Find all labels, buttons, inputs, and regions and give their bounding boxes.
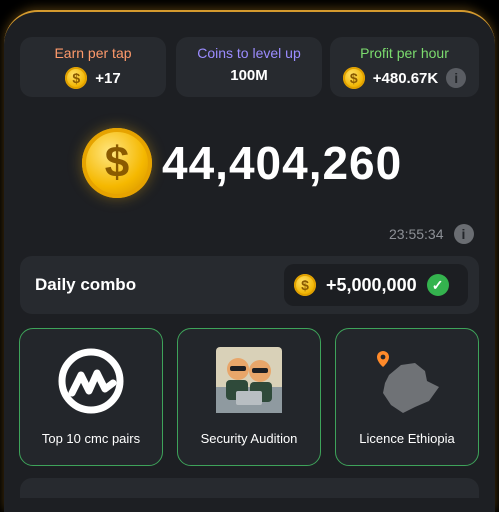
balance-display: $ 44,404,260	[82, 128, 402, 198]
daily-combo-bar[interactable]: Daily combo $ +5,000,000 ✓	[20, 256, 479, 314]
reward-amount: +5,000,000	[326, 274, 417, 295]
stat-profit-per-hour[interactable]: Profit per hour $ +480.67K i	[330, 37, 479, 97]
stat-label: Profit per hour	[360, 45, 449, 61]
combo-card-licence-ethiopia[interactable]: Licence Ethiopia	[335, 328, 479, 466]
coin-icon: $	[82, 128, 152, 198]
hamsters-laptop-image	[216, 347, 282, 418]
coin-icon: $	[342, 67, 365, 89]
balance-amount: 44,404,260	[162, 137, 403, 189]
card-caption: Top 10 cmc pairs	[41, 431, 141, 446]
stat-label: Coins to level up	[197, 45, 301, 61]
stat-coins-to-level-up[interactable]: Coins to level up 100M	[176, 37, 322, 97]
info-icon[interactable]: i	[453, 224, 474, 244]
coinmarketcap-logo-icon	[57, 347, 125, 420]
card-caption: Licence Ethiopia	[359, 431, 455, 446]
daily-combo-reward: $ +5,000,000 ✓	[284, 264, 468, 306]
coin-icon: $	[65, 67, 88, 89]
combo-card-security-audition[interactable]: Security Audition	[177, 328, 321, 466]
combo-timer: 23:55:34 i	[389, 224, 474, 244]
next-section-strip	[20, 478, 479, 498]
coin-icon: $	[294, 274, 316, 296]
combo-card-top-10-cmc-pairs[interactable]: Top 10 cmc pairs	[19, 328, 163, 466]
daily-combo-label: Daily combo	[35, 275, 137, 294]
ethiopia-map-icon	[367, 341, 447, 426]
check-icon: ✓	[426, 274, 449, 296]
stat-label: Earn per tap	[54, 45, 132, 61]
info-icon[interactable]: i	[446, 68, 467, 88]
stat-value: 100M	[230, 67, 268, 84]
timer-text: 23:55:34	[389, 226, 444, 242]
card-caption: Security Audition	[200, 431, 298, 446]
stat-value: +480.67K	[372, 69, 439, 87]
stat-earn-per-tap[interactable]: Earn per tap $ +17	[20, 37, 166, 97]
stat-value: +17	[95, 69, 121, 87]
